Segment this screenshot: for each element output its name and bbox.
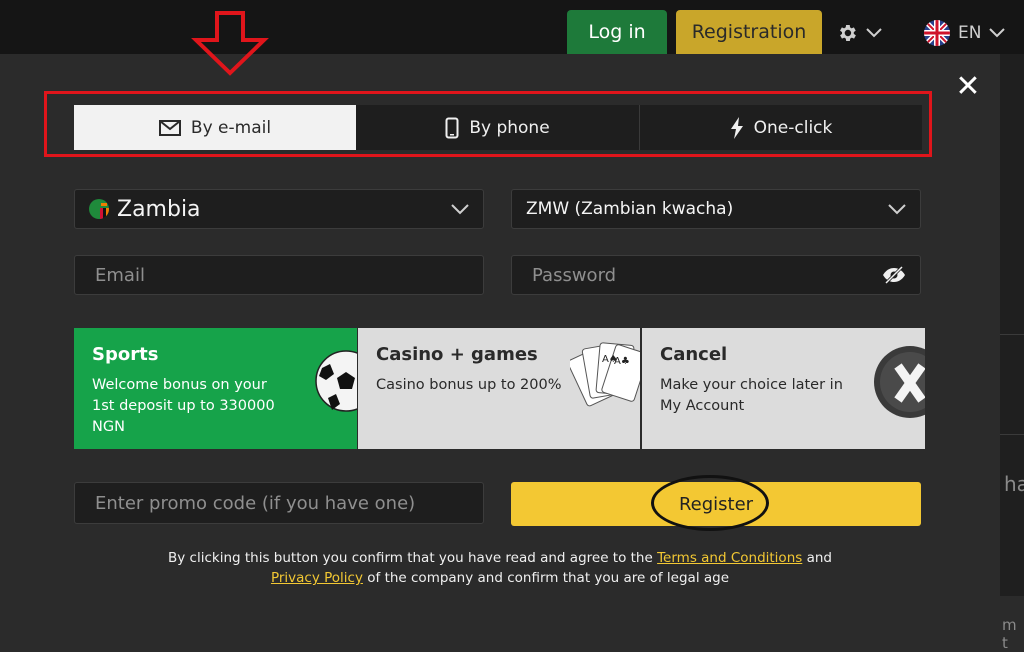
password-placeholder: Password — [532, 264, 617, 286]
terms-text: and — [802, 550, 832, 566]
bonus-card-casino[interactable]: Casino + games Casino bonus up to 200% A… — [358, 328, 640, 449]
background-text: ha — [1004, 472, 1024, 496]
uk-flag-icon — [924, 20, 950, 46]
envelope-icon — [158, 119, 181, 136]
background-text: m t — [1002, 616, 1017, 652]
privacy-policy-link[interactable]: Privacy Policy — [271, 570, 363, 586]
tab-one-click[interactable]: One-click — [640, 105, 922, 150]
bonus-card-text: Welcome bonus on your 1st deposit up to … — [92, 377, 275, 435]
playing-cards-icon: A♠ A♣ — [570, 342, 640, 407]
bonus-card-cancel[interactable]: Cancel Make your choice later in My Acco… — [642, 328, 925, 449]
divider — [1000, 434, 1024, 435]
registration-button[interactable]: Registration — [676, 10, 822, 54]
chevron-down-icon — [866, 28, 882, 38]
login-button[interactable]: Log in — [567, 10, 667, 54]
gear-icon — [840, 25, 856, 41]
settings-menu[interactable] — [836, 18, 882, 48]
promo-placeholder: Enter promo code (if you have one) — [95, 492, 416, 514]
tab-by-phone[interactable]: By phone — [356, 105, 640, 150]
bonus-card-text: Make your choice later in My Account — [660, 377, 843, 414]
tab-label: One-click — [753, 117, 833, 138]
soccer-ball-icon — [315, 350, 357, 412]
annotation-ellipse — [651, 475, 769, 531]
email-placeholder: Email — [95, 264, 145, 286]
tab-label: By phone — [469, 117, 550, 138]
language-selector[interactable]: EN — [924, 18, 1006, 48]
lightning-icon — [730, 116, 743, 139]
background-page-edge: ha m t — [1000, 54, 1024, 652]
terms-text: By clicking this button you confirm that… — [167, 550, 658, 566]
divider — [1000, 334, 1024, 335]
language-label: EN — [958, 23, 982, 43]
terms-notice: By clicking this button you confirm that… — [120, 548, 880, 588]
promo-code-field[interactable]: Enter promo code (if you have one) — [74, 482, 484, 524]
zambia-flag-icon — [89, 199, 109, 219]
close-button[interactable]: ✕ — [952, 68, 984, 104]
email-field[interactable]: Email — [74, 255, 484, 295]
annotation-arrow-icon — [191, 11, 269, 76]
terms-link[interactable]: Terms and Conditions — [657, 550, 802, 566]
cancel-x-icon — [874, 346, 925, 418]
tab-by-email[interactable]: By e-mail — [74, 105, 356, 150]
password-field[interactable]: Password — [511, 255, 921, 295]
phone-icon — [445, 117, 459, 138]
bonus-card-sports[interactable]: Sports Welcome bonus on your 1st deposit… — [74, 328, 357, 449]
currency-select[interactable]: ZMW (Zambian kwacha) — [511, 189, 921, 229]
eye-hidden-icon[interactable] — [882, 266, 906, 284]
top-bar: Log in Registration EN — [0, 0, 1024, 54]
country-value: Zambia — [117, 196, 201, 222]
svg-text:A♣: A♣ — [614, 356, 630, 367]
currency-value: ZMW (Zambian kwacha) — [526, 199, 734, 219]
close-icon: ✕ — [955, 68, 981, 104]
terms-text: of the company and confirm that you are … — [362, 570, 730, 586]
chevron-down-icon — [451, 203, 469, 214]
bonus-card-title: Sports — [92, 344, 159, 365]
country-select[interactable]: Zambia — [74, 189, 484, 229]
tab-label: By e-mail — [190, 117, 272, 138]
chevron-down-icon — [888, 203, 906, 214]
registration-method-tabs: By e-mail By phone One-click — [74, 105, 922, 150]
chevron-down-icon — [989, 28, 1006, 38]
